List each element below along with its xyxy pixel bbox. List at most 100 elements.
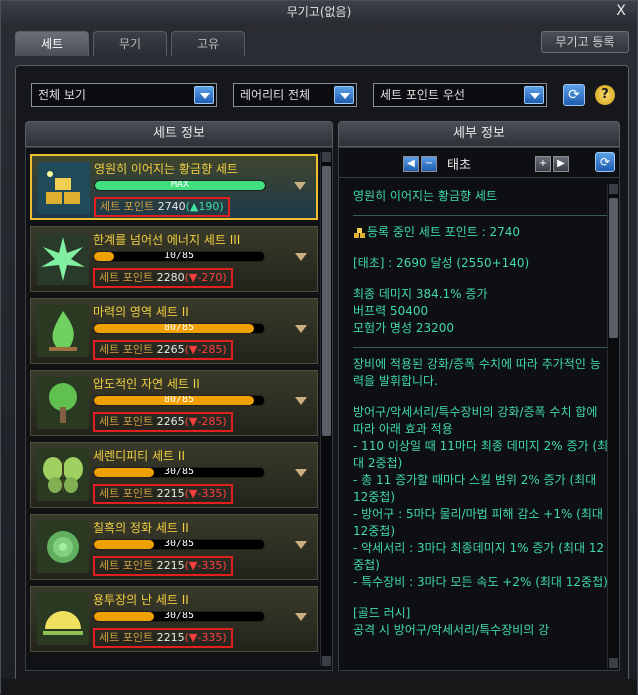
desc-effect-3: - 방어구 : 5마다 물리/마법 피해 감소 +1% (최대 12중첩): [353, 507, 603, 538]
scroll-up-arrow[interactable]: [609, 184, 618, 194]
chevron-down-icon[interactable]: [295, 541, 307, 549]
set-points-value: 2215: [156, 487, 185, 500]
sort-value: 세트 포인트 우선: [380, 88, 465, 102]
armory-window: 무기고(없음) X 세트 무기 고유 무기고 등록 전체 보기 레어리티 전체 …: [0, 0, 638, 695]
desc-effect-5: - 특수장비 : 3마다 모든 속도 +2% (최대 12중첩): [353, 575, 608, 589]
set-points-delta: (▼-285): [184, 343, 227, 356]
set-points-delta: (▼-335): [184, 631, 227, 644]
butterfly-icon: [37, 449, 89, 501]
set-list-item[interactable]: 용투장의 난 세트 II 30/85 세트 포인트 2215(▼-335): [30, 586, 318, 652]
chevron-down-icon[interactable]: [334, 86, 354, 104]
divider: [353, 215, 611, 216]
detail-title: 태초: [447, 158, 471, 173]
set-info-header: 세트 정보: [25, 121, 333, 147]
progress-bar: 30/85: [93, 467, 265, 478]
set-points-label: 세트 포인트: [99, 343, 154, 356]
set-points-delta: (▲190): [185, 200, 224, 213]
set-points-label: 세트 포인트: [99, 631, 154, 644]
title-bar: 무기고(없음) X: [1, 1, 637, 23]
stat-buff-power: 버프력 50400: [353, 304, 429, 318]
set-name: 마력의 영역 세트 II: [93, 305, 189, 319]
set-list: 영원히 이어지는 황금향 세트 MAX 세트 포인트 2740(▲190) 한계를 넘…: [25, 147, 333, 671]
set-points: 세트 포인트 2215(▼-335): [93, 556, 233, 576]
set-points-delta: (▼-335): [184, 487, 227, 500]
scroll-up-arrow[interactable]: [322, 152, 331, 162]
scroll-down-arrow[interactable]: [609, 658, 618, 668]
progress-text: 30/85: [163, 539, 195, 549]
armory-register-button[interactable]: 무기고 등록: [541, 31, 629, 53]
set-points-label: 세트 포인트: [99, 271, 154, 284]
set-list-item[interactable]: 세렌디피티 세트 II 30/85 세트 포인트 2215(▼-335): [30, 442, 318, 508]
chevron-down-icon[interactable]: [295, 469, 307, 477]
help-icon[interactable]: ?: [595, 85, 615, 105]
set-points-value: 2265: [156, 343, 185, 356]
detail-scrollbar[interactable]: [607, 184, 619, 668]
set-name: 용투장의 난 세트 II: [93, 593, 189, 607]
chevron-down-icon[interactable]: [295, 253, 307, 261]
set-name: 영원히 이어지는 황금향 세트: [94, 162, 238, 176]
set-points: 세트 포인트 2215(▼-335): [93, 628, 233, 648]
sunrise-icon: [37, 593, 89, 645]
set-points-value: 2215: [156, 631, 185, 644]
progress-text: 80/85: [163, 323, 195, 333]
progress-bar: 10/85: [93, 251, 265, 262]
progress-text: 30/85: [163, 611, 195, 621]
chevron-down-icon[interactable]: [524, 86, 544, 104]
set-points-value: 2280: [156, 271, 185, 284]
rose-icon: [37, 521, 89, 573]
set-points-value: 2740: [157, 200, 186, 213]
view-filter-dropdown[interactable]: 전체 보기: [31, 83, 217, 107]
set-list-scrollbar[interactable]: [320, 152, 332, 666]
chevron-down-icon[interactable]: [295, 613, 307, 621]
next-page-button[interactable]: ▶: [553, 156, 569, 172]
set-points-value: 2215: [156, 559, 185, 572]
registered-points-line: 등록 중인 세트 포인트 : 2740: [353, 224, 611, 241]
detail-panel: ◀ − 태초 + ▶ ⟳ 영원히 이어지는 황금향 세트 등록 중인 세트 포인…: [338, 147, 620, 671]
chevron-down-icon[interactable]: [194, 86, 214, 104]
tab-weapon[interactable]: 무기: [93, 31, 167, 56]
chevron-down-icon[interactable]: [295, 397, 307, 405]
divider: [353, 347, 611, 348]
progress-text: MAX: [170, 180, 190, 190]
scroll-down-arrow[interactable]: [322, 656, 331, 666]
set-points-delta: (▼-285): [184, 415, 227, 428]
detail-set-name: 영원히 이어지는 황금향 세트: [353, 189, 497, 203]
gold-bars-icon: [354, 227, 365, 238]
progress-bar: MAX: [94, 180, 266, 191]
set-list-item[interactable]: 한계를 넘어선 에너지 세트 III 10/85 세트 포인트 2280(▼-270…: [30, 226, 318, 292]
set-points-delta: (▼-335): [184, 559, 227, 572]
progress-text: 30/85: [163, 467, 195, 477]
desc-intro: 장비에 적용된 강화/증폭 수치에 따라 추가적인 능력을 발휘합니다.: [353, 357, 601, 388]
desc-condition: 방어구/악세서리/특수장비의 강화/증폭 수치 합에 따라 아래 효과 적용: [353, 405, 598, 436]
scroll-thumb[interactable]: [609, 198, 618, 338]
tab-unique[interactable]: 고유: [171, 31, 245, 56]
close-icon[interactable]: X: [613, 3, 629, 19]
detail-refresh-icon[interactable]: ⟳: [595, 152, 615, 172]
set-list-item[interactable]: 압도적인 자연 세트 II 80/85 세트 포인트 2265(▼-285): [30, 370, 318, 436]
set-list-item[interactable]: 칠흑의 정화 세트 II 30/85 세트 포인트 2215(▼-335): [30, 514, 318, 580]
set-points: 세트 포인트 2215(▼-335): [93, 484, 233, 504]
set-list-item[interactable]: 마력의 영역 세트 II 80/85 세트 포인트 2265(▼-285): [30, 298, 318, 364]
rarity-filter-dropdown[interactable]: 레어리티 전체: [233, 83, 357, 107]
set-points: 세트 포인트 2265(▼-285): [93, 412, 233, 432]
progress-bar: 30/85: [93, 539, 265, 550]
refresh-icon[interactable]: ⟳: [563, 84, 585, 106]
desc-effect-1: - 110 이상일 때 11마다 최종 데미지 2% 증가 (최대 2중첩): [353, 439, 609, 470]
scroll-thumb[interactable]: [322, 166, 331, 436]
energy-burst-icon: [37, 233, 89, 285]
set-list-item[interactable]: 영원히 이어지는 황금향 세트 MAX 세트 포인트 2740(▲190): [30, 154, 318, 220]
set-points-label: 세트 포인트: [99, 559, 154, 572]
progress-text: 10/85: [163, 251, 195, 261]
progress-bar: 30/85: [93, 611, 265, 622]
tab-set[interactable]: 세트: [15, 31, 89, 56]
achievement: [태초] : 2690 달성 (2550+140): [353, 256, 530, 270]
window-title: 무기고(없음): [286, 5, 352, 19]
set-name: 칠흑의 정화 세트 II: [93, 521, 189, 535]
prev-page-button[interactable]: ◀: [403, 156, 419, 172]
minus-button[interactable]: −: [421, 156, 437, 172]
bottom-strip: [1, 679, 637, 695]
chevron-down-icon[interactable]: [295, 325, 307, 333]
plus-button[interactable]: +: [535, 156, 551, 172]
chevron-down-icon[interactable]: [294, 182, 306, 190]
sort-dropdown[interactable]: 세트 포인트 우선: [373, 83, 547, 107]
